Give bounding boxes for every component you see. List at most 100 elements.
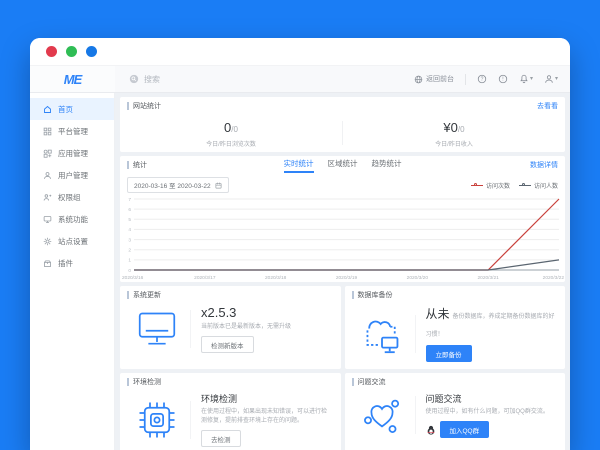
backup-now-button[interactable]: 立即备份: [426, 345, 472, 362]
line-marker-icon: [471, 182, 483, 188]
svg-text:2020/3/19: 2020/3/19: [335, 275, 357, 281]
chart-legend: 访问次数 访问人数: [471, 181, 558, 190]
database-backup-card: 数据库备份: [345, 286, 566, 369]
portal-button-label: 返回前台: [426, 74, 454, 84]
backup-card-text: 从未备份数据库，养成定期备份数据库的好习惯！ 立即备份: [426, 305, 558, 362]
analytics-tabs: 实时统计 区域统计 趋势统计: [120, 156, 565, 173]
sidebar-nav: 首页 平台管理 应用管理 用户管理 权限组: [30, 93, 115, 450]
legend-item-visits[interactable]: 访问次数: [471, 181, 510, 190]
env-card-title: 环境检测: [133, 377, 161, 387]
sidebar-item-apps[interactable]: 应用管理: [30, 142, 114, 164]
date-range-picker[interactable]: 2020-03-16 至 2020-03-22: [127, 177, 229, 193]
svg-text:2020/3/16: 2020/3/16: [122, 275, 144, 281]
legend-label: 访问次数: [486, 181, 510, 190]
tab-realtime[interactable]: 实时统计: [284, 156, 314, 173]
tab-region[interactable]: 区域统计: [328, 156, 358, 173]
browser-window: ME 搜索 返回前台: [30, 38, 570, 450]
update-card-text: x2.5.3 当前版本已是最新版本，无需升级 检测新版本: [201, 305, 333, 353]
user-icon: [544, 74, 554, 84]
sidebar-item-label: 站点设置: [58, 236, 88, 247]
qq-card-body: 问题交流 使用过程中，如有什么问题，可加QQ群交流。 加入QQ群: [345, 390, 566, 445]
heart-network-icon: [349, 394, 415, 436]
svg-text:2020/3/21: 2020/3/21: [477, 275, 499, 281]
update-card-body: x2.5.3 当前版本已是最新版本，无需升级 检测新版本: [120, 303, 341, 360]
check-update-button[interactable]: 检测新版本: [201, 336, 254, 353]
svg-text:!: !: [502, 77, 503, 83]
svg-text:4: 4: [128, 227, 131, 233]
vertical-divider: [190, 401, 191, 439]
svg-text:1: 1: [128, 258, 131, 264]
tab-trend[interactable]: 趋势统计: [372, 156, 402, 173]
title-accent-bar: [127, 102, 129, 110]
grid-icon: [43, 127, 52, 136]
sidebar-item-platform[interactable]: 平台管理: [30, 120, 114, 142]
vertical-divider: [415, 315, 416, 353]
sidebar-item-plugins[interactable]: 插件: [30, 252, 114, 274]
sidebar-item-roles[interactable]: 权限组: [30, 186, 114, 208]
svg-text:6: 6: [128, 207, 131, 213]
svg-text:2020/3/20: 2020/3/20: [406, 275, 428, 281]
portal-button[interactable]: 返回前台: [414, 74, 454, 84]
environment-check-card: 环境检测 环境: [120, 373, 341, 450]
user-menu[interactable]: ▾: [544, 74, 558, 84]
backup-highlight: 从未: [426, 307, 450, 321]
traffic-line-chart: 012345672020/3/162020/3/172020/3/182020/…: [121, 194, 565, 282]
svg-text:2: 2: [128, 248, 131, 254]
app-body: 首页 平台管理 应用管理 用户管理 权限组: [30, 93, 570, 450]
join-qq-button[interactable]: 加入QQ群: [440, 421, 490, 438]
sidebar-item-users[interactable]: 用户管理: [30, 164, 114, 186]
window-titlebar: [30, 38, 570, 66]
sidebar-item-settings[interactable]: 站点设置: [30, 230, 114, 252]
traffic-light-minimize-button[interactable]: [66, 46, 77, 57]
run-check-button[interactable]: 去检测: [201, 430, 241, 447]
qq-penguin-icon: [426, 425, 436, 435]
cpu-chip-icon: [124, 399, 190, 441]
info-button[interactable]: !: [498, 74, 508, 84]
globe-icon: [414, 75, 423, 84]
gear-icon: [43, 237, 52, 246]
qq-group-card: 问题交流 问题交流: [345, 373, 566, 450]
info-icon: !: [498, 74, 508, 84]
legend-item-visitors[interactable]: 访问人数: [519, 181, 558, 190]
sidebar-item-system[interactable]: 系统功能: [30, 208, 114, 230]
bell-icon: [519, 74, 529, 84]
card-header: 问题交流: [345, 373, 566, 390]
svg-text:2020/3/18: 2020/3/18: [264, 275, 286, 281]
traffic-light-close-button[interactable]: [46, 46, 57, 57]
app-logo[interactable]: ME: [30, 66, 115, 92]
stat-label: 今日/昨日收入: [343, 139, 565, 148]
overview-card-header: 网站统计 去看看: [120, 97, 565, 114]
cards-row-2: 环境检测 环境: [120, 373, 565, 450]
caret-down-icon: ▾: [555, 76, 558, 82]
overview-more-link[interactable]: 去看看: [537, 101, 558, 111]
sidebar-item-home[interactable]: 首页: [30, 98, 114, 120]
role-icon: [43, 193, 52, 202]
caret-down-icon: ▾: [530, 76, 533, 82]
sidebar-item-label: 平台管理: [58, 126, 88, 137]
date-range-text: 2020-03-16 至 2020-03-22: [134, 180, 211, 190]
card-header: 数据库备份: [345, 286, 566, 303]
line-marker-icon: [519, 182, 531, 188]
sidebar-item-label: 首页: [58, 104, 73, 115]
env-card-text: 环境检测 在使用过程中，如果出现未知错误，可以进行检测修复，提前排查环境上存在的…: [201, 392, 333, 447]
stat-suffix: /0: [231, 125, 238, 134]
chart-toolbar: 2020-03-16 至 2020-03-22 访问次数 访问人数: [120, 173, 565, 194]
desktop-background: ME 搜索 返回前台: [0, 0, 600, 450]
traffic-light-maximize-button[interactable]: [86, 46, 97, 57]
analytics-card-header: 统计 实时统计 区域统计 趋势统计 数据详情: [120, 156, 565, 173]
title-accent-bar: [127, 291, 129, 299]
title-accent-bar: [352, 378, 354, 386]
search-input[interactable]: 搜索: [115, 66, 414, 92]
help-button[interactable]: ?: [477, 74, 487, 84]
svg-text:0: 0: [128, 268, 131, 274]
stat-visits: 0/0 今日/昨日浏览次数: [120, 119, 342, 148]
update-card-title: 系统更新: [133, 290, 161, 300]
stat-income: ¥0/0 今日/昨日收入: [343, 119, 565, 148]
notifications-menu[interactable]: ▾: [519, 74, 533, 84]
search-icon: [129, 74, 139, 84]
sidebar-item-label: 用户管理: [58, 170, 88, 181]
monitor-illustration-icon: [124, 310, 190, 348]
sidebar-item-label: 系统功能: [58, 214, 88, 225]
users-icon: [43, 171, 52, 180]
legend-label: 访问人数: [534, 181, 558, 190]
